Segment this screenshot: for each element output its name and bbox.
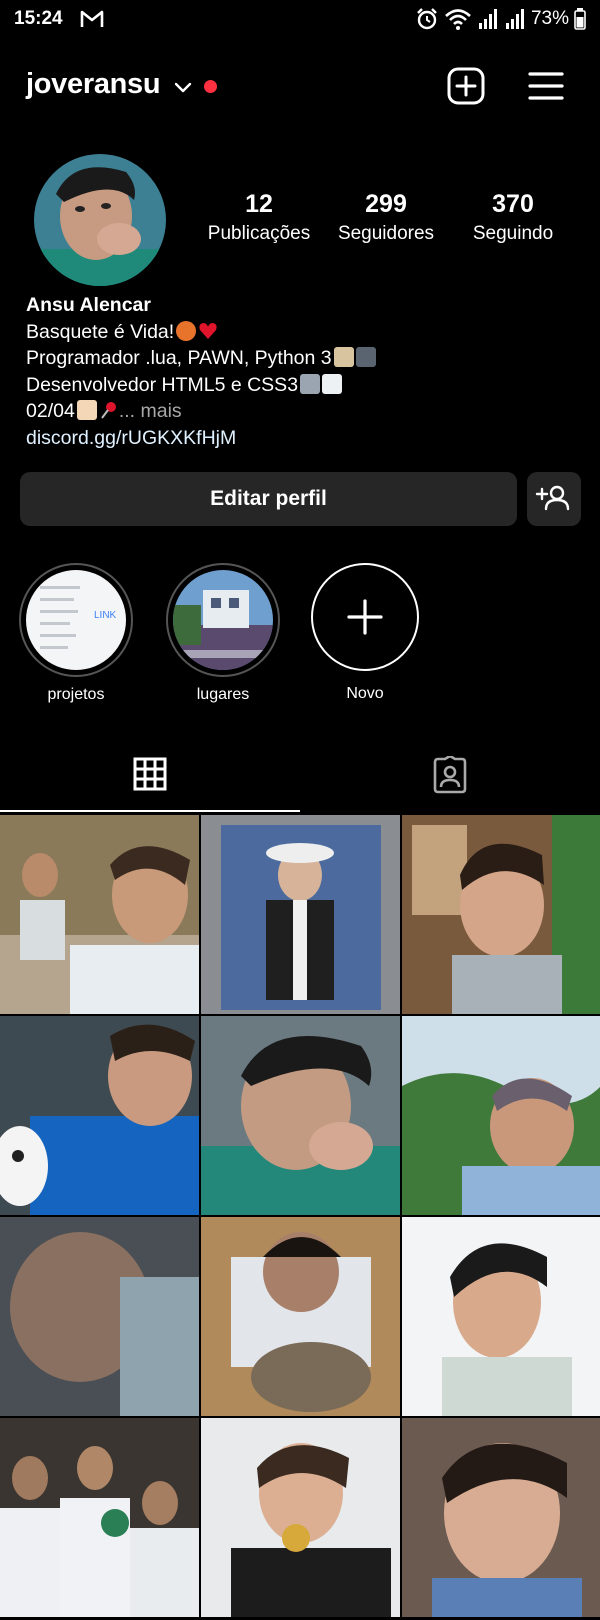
desktop-computer-emoji-icon — [300, 373, 321, 394]
highlight-cover: LINK — [19, 563, 133, 677]
discover-people-button[interactable] — [527, 472, 581, 526]
bio-line: 02/04 ... mais — [26, 398, 586, 425]
post-thumbnail[interactable] — [402, 1217, 600, 1416]
profile-header: joveransu — [0, 62, 600, 112]
stat-following[interactable]: 370 Seguindo — [443, 190, 583, 245]
status-bar: 15:24 73% — [0, 0, 600, 44]
stat-label: Seguindo — [472, 223, 554, 244]
tab-tagged[interactable] — [300, 740, 600, 812]
basketball-emoji-icon — [176, 320, 197, 341]
bio-line: Desenvolvedor HTML5 e CSS3 — [26, 372, 586, 399]
alarm-icon — [417, 8, 437, 30]
post-thumbnail[interactable] — [201, 1217, 400, 1416]
post-thumbnail[interactable] — [0, 1217, 199, 1416]
highlight-new[interactable]: Novo — [307, 563, 423, 703]
stat-posts[interactable]: 12 Publicações — [189, 190, 329, 245]
add-person-icon — [535, 485, 570, 511]
bio-text: Basquete é Vida! — [26, 320, 175, 343]
highlight-label: projetos — [47, 686, 105, 703]
post-thumbnail[interactable] — [0, 1016, 199, 1215]
stat-label: Seguidores — [337, 223, 435, 244]
post-thumbnail[interactable] — [402, 1418, 600, 1617]
post-thumbnail[interactable] — [402, 815, 600, 1014]
highlight-thumb-text: LINK — [94, 610, 117, 621]
plus-icon — [347, 599, 383, 635]
edit-profile-button[interactable]: Editar perfil — [20, 472, 517, 526]
heart-emoji-icon — [198, 321, 218, 341]
new-highlight-button[interactable] — [311, 563, 419, 671]
post-thumbnail[interactable] — [0, 815, 199, 1014]
highlight-label: lugares — [196, 686, 250, 703]
bio-line: Basquete é Vida! — [26, 319, 586, 346]
post-thumbnail[interactable] — [201, 1418, 400, 1617]
signal-icon — [505, 9, 524, 29]
post-thumbnail[interactable] — [201, 815, 400, 1014]
bio-text: 02/04 — [26, 400, 75, 422]
tagged-person-icon — [433, 756, 467, 794]
highlight-lugares[interactable]: lugares — [165, 563, 281, 704]
profile-bio: Ansu Alencar Basquete é Vida! Programado… — [26, 292, 586, 451]
highlight-label: Novo — [346, 685, 384, 702]
username[interactable]: joveransu — [26, 68, 161, 101]
status-time: 15:24 — [14, 8, 63, 29]
bio-text: Desenvolvedor HTML5 e CSS3 — [26, 373, 299, 396]
bio-more-link[interactable]: ... mais — [119, 400, 182, 422]
birthday-cake-emoji-icon — [76, 400, 97, 420]
hamburger-menu-icon[interactable] — [528, 68, 564, 104]
highlight-cover — [166, 563, 280, 677]
profile-avatar[interactable] — [34, 154, 166, 286]
new-post-button[interactable] — [446, 66, 486, 106]
posts-grid — [0, 815, 600, 1620]
gmail-icon — [80, 10, 104, 27]
profile-link[interactable]: discord.gg/rUGKXKfHjM — [26, 425, 586, 452]
stat-followers[interactable]: 299 Seguidores — [316, 190, 456, 245]
notification-dot — [204, 80, 217, 93]
floppy-disk-emoji-icon — [355, 347, 376, 367]
stat-value: 370 — [492, 190, 534, 218]
battery-percent: 73% — [530, 8, 569, 29]
bio-text: Programador .lua, PAWN, Python 3 — [26, 347, 332, 369]
stat-label: Publicações — [207, 223, 311, 244]
post-thumbnail[interactable] — [402, 1016, 600, 1215]
stat-value: 299 — [365, 190, 407, 218]
chevron-down-icon[interactable] — [172, 76, 194, 98]
stat-value: 12 — [245, 190, 273, 218]
battery-icon — [574, 8, 586, 30]
highlight-projetos[interactable]: LINK projetos — [18, 563, 134, 704]
profile-tabs — [0, 740, 600, 812]
scroll-emoji-icon — [333, 347, 354, 367]
tab-posts-grid[interactable] — [0, 740, 300, 812]
post-thumbnail[interactable] — [201, 1016, 400, 1215]
active-tab-indicator — [0, 810, 300, 812]
grid-icon — [133, 757, 167, 791]
page-emoji-icon — [322, 373, 343, 394]
signal-icon — [478, 9, 497, 29]
pushpin-emoji-icon — [99, 400, 119, 420]
post-thumbnail[interactable] — [0, 1418, 199, 1617]
display-name: Ansu Alencar — [26, 294, 151, 316]
wifi-icon — [445, 9, 471, 30]
bio-line: Programador .lua, PAWN, Python 3 — [26, 345, 586, 372]
